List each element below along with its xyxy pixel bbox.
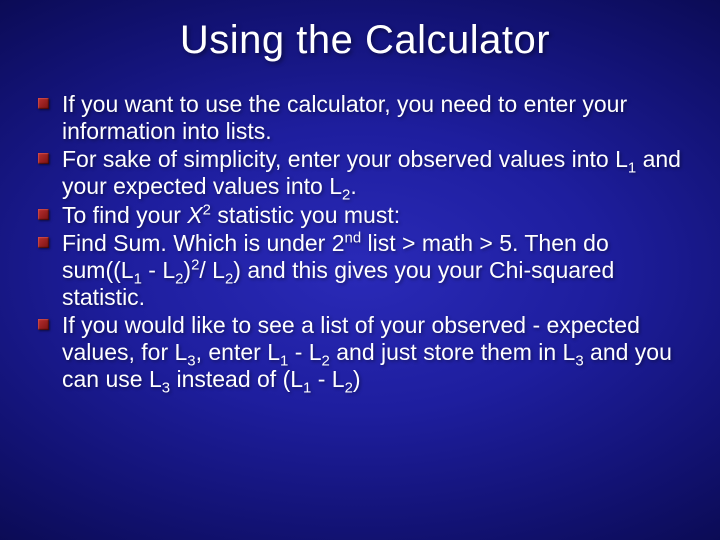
- list-item: To find your X2 statistic you must:: [38, 202, 692, 229]
- list-item: For sake of simplicity, enter your obser…: [38, 146, 692, 200]
- list-item: Find Sum. Which is under 2nd list > math…: [38, 230, 692, 311]
- slide-title: Using the Calculator: [38, 18, 692, 63]
- list-item: If you would like to see a list of your …: [38, 312, 692, 393]
- slide: Using the Calculator If you want to use …: [0, 0, 720, 540]
- bullet-list: If you want to use the calculator, you n…: [38, 91, 692, 393]
- list-item: If you want to use the calculator, you n…: [38, 91, 692, 145]
